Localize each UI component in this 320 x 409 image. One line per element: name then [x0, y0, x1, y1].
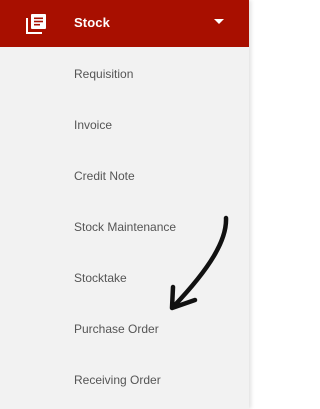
stock-menu-header[interactable]: Stock: [0, 0, 249, 47]
menu-item-purchase-order[interactable]: Purchase Order: [0, 302, 249, 353]
menu-item-label: Stocktake: [74, 271, 127, 285]
menu-item-stocktake[interactable]: Stocktake: [0, 251, 249, 302]
stock-menu-panel: Stock Requisition Invoice Credit Note St…: [0, 0, 249, 409]
menu-item-requisition[interactable]: Requisition: [0, 47, 249, 98]
menu-item-stock-maintenance[interactable]: Stock Maintenance: [0, 200, 249, 251]
menu-item-label: Receiving Order: [74, 373, 161, 387]
menu-item-label: Requisition: [74, 67, 134, 81]
stock-menu-title: Stock: [74, 15, 110, 30]
caret-down-icon[interactable]: [214, 19, 224, 24]
menu-item-label: Credit Note: [74, 169, 135, 183]
menu-item-label: Purchase Order: [74, 322, 159, 336]
menu-item-receiving-order[interactable]: Receiving Order: [0, 353, 249, 404]
menu-item-label: Stock Maintenance: [74, 220, 177, 234]
library-books-icon: [26, 14, 46, 34]
menu-item-invoice[interactable]: Invoice: [0, 98, 249, 149]
menu-item-label: Invoice: [74, 118, 113, 132]
menu-item-credit-note[interactable]: Credit Note: [0, 149, 249, 200]
